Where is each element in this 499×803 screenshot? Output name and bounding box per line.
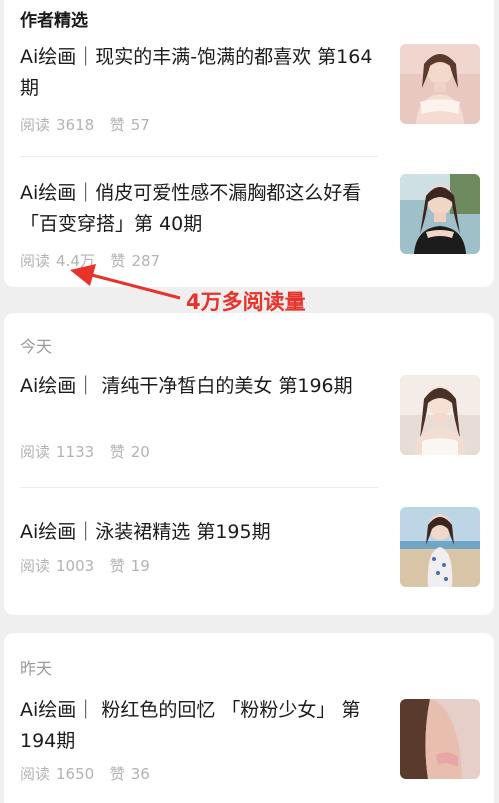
article-thumbnail[interactable] [400,375,480,455]
section-heading: 昨天 [20,659,53,678]
read-label: 阅读 [20,443,51,461]
like-label: 赞 [109,557,125,575]
article-item[interactable]: Ai绘画｜ 粉红色的回忆 「粉粉少女」 第194期 阅读 1650 赞 36 [4,695,494,803]
article-title[interactable]: Ai绘画｜泳装裙精选 第195期 [20,517,375,548]
like-count: 36 [130,765,150,783]
today-section: 今天 Ai绘画｜ 清纯干净皙白的美女 第196期 阅读 1133 赞 20 Ai… [4,313,494,615]
like-count: 20 [130,443,150,461]
read-count: 1003 [56,557,95,575]
section-heading: 今天 [20,337,53,356]
read-count: 1133 [56,443,95,461]
article-title[interactable]: Ai绘画｜ 清纯干净皙白的美女 第196期 [20,371,375,402]
article-item[interactable]: Ai绘画｜泳装裙精选 第195期 阅读 1003 赞 19 [4,507,494,607]
divider [20,487,378,488]
like-label: 赞 [109,765,125,783]
article-stats: 阅读 1133 赞 20 [20,441,156,462]
article-item[interactable]: Ai绘画｜ 清纯干净皙白的美女 第196期 阅读 1133 赞 20 [4,371,494,481]
article-thumbnail[interactable] [400,699,480,779]
read-count: 1650 [56,765,95,783]
article-thumbnail[interactable] [400,507,480,587]
article-title[interactable]: Ai绘画｜ 粉红色的回忆 「粉粉少女」 第194期 [20,695,375,757]
yesterday-section: 昨天 Ai绘画｜ 粉红色的回忆 「粉粉少女」 第194期 阅读 1650 赞 36 [4,633,494,803]
like-count: 19 [130,557,150,575]
article-list-page: 作者精选 Ai绘画｜现实的丰满-饱满的都喜欢 第164期 阅读 3618 赞 57 [0,0,499,803]
article-stats: 阅读 1003 赞 19 [20,555,156,576]
annotation-label: 4万多阅读量 [186,290,306,314]
read-label: 阅读 [20,765,51,783]
like-label: 赞 [109,443,125,461]
read-label: 阅读 [20,557,51,575]
article-stats: 阅读 1650 赞 36 [20,763,156,784]
